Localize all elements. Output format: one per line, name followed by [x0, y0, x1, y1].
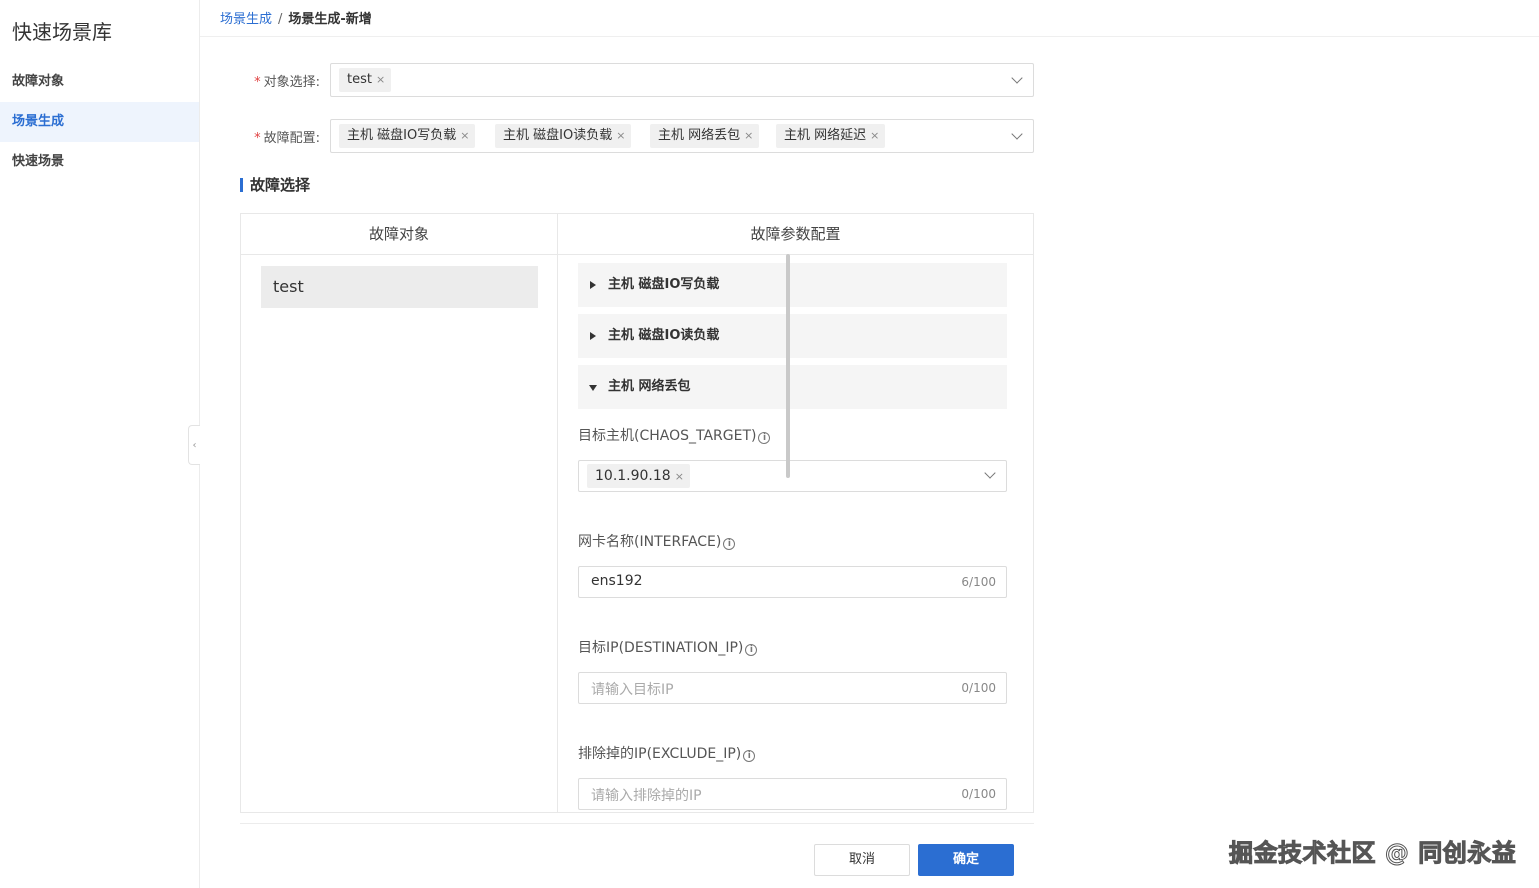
- collapse-item-io-read[interactable]: 主机 磁盘IO读负载: [578, 314, 1007, 358]
- collapse-item-io-write[interactable]: 主机 磁盘IO写负载: [578, 263, 1007, 307]
- destination-ip-placeholder: 请输入目标IP: [591, 682, 674, 698]
- target-host-label-text: 目标主机(CHAOS_TARGET): [578, 428, 757, 444]
- interface-label: 网卡名称(INTERFACE) i: [578, 531, 736, 551]
- section-title: 故障选择: [240, 176, 310, 194]
- fault-param-column: 故障参数配置 主机 磁盘IO写负载 主机 磁盘IO读负载 主机 网络丢包 目标主…: [558, 214, 1033, 812]
- object-tag-label: test: [347, 72, 372, 87]
- sidebar-collapse-handle[interactable]: ‹: [188, 425, 200, 465]
- destination-ip-label: 目标IP(DESTINATION_IP) i: [578, 637, 758, 657]
- sidebar-nav: 故障对象 场景生成 快速场景: [0, 62, 199, 182]
- fault-object-header: 故障对象: [241, 214, 557, 255]
- fault-config-label: * 故障配置:: [220, 127, 320, 146]
- target-host-label: 目标主机(CHAOS_TARGET) i: [578, 425, 771, 445]
- collapse-item-label: 主机 网络丢包: [608, 379, 691, 394]
- fault-config-select[interactable]: 主机 磁盘IO写负载 × 主机 磁盘IO读负载 × 主机 网络丢包 × 主机 网络延迟…: [330, 119, 1034, 153]
- close-icon[interactable]: ×: [744, 129, 753, 142]
- exclude-ip-input[interactable]: 请输入排除掉的IP 0/100: [578, 778, 1007, 810]
- collapse-item-label: 主机 磁盘IO读负载: [608, 328, 720, 343]
- required-mark: *: [254, 75, 261, 90]
- info-icon[interactable]: i: [758, 432, 771, 444]
- required-mark: *: [254, 131, 261, 146]
- collapse-item-packet-loss[interactable]: 主机 网络丢包: [578, 365, 1007, 409]
- fault-selection-panel: 故障对象 test 故障参数配置 主机 磁盘IO写负载 主机 磁盘IO读负载 主…: [240, 213, 1034, 813]
- sidebar-item-quick-scenes[interactable]: 快速场景: [0, 142, 199, 182]
- caret-right-icon: [590, 332, 596, 340]
- cancel-button[interactable]: 取消: [814, 844, 910, 876]
- exclude-ip-char-count: 0/100: [961, 787, 996, 801]
- fault-tag-label: 主机 磁盘IO写负载: [347, 128, 457, 143]
- fault-object-column: 故障对象 test: [241, 214, 558, 812]
- close-icon[interactable]: ×: [870, 129, 879, 142]
- breadcrumb: 场景生成 / 场景生成-新增: [220, 8, 372, 27]
- app-title: 快速场景库: [12, 20, 112, 44]
- fault-tag: 主机 磁盘IO写负载 ×: [339, 124, 476, 148]
- fault-tag-label: 主机 网络延迟: [784, 128, 867, 143]
- destination-ip-char-count: 0/100: [961, 681, 996, 695]
- param-scroll-area[interactable]: 主机 磁盘IO写负载 主机 磁盘IO读负载 主机 网络丢包 目标主机(CHAOS…: [558, 255, 1033, 812]
- target-host-select[interactable]: 10.1.90.18 ×: [578, 460, 1007, 492]
- close-icon[interactable]: ×: [675, 470, 684, 483]
- sidebar-item-fault-objects[interactable]: 故障对象: [0, 62, 199, 102]
- info-icon[interactable]: i: [743, 750, 756, 762]
- interface-value: ens192: [591, 573, 643, 589]
- fault-object-item[interactable]: test: [261, 266, 538, 308]
- collapse-item-label: 主机 磁盘IO写负载: [608, 277, 720, 292]
- exclude-ip-label: 排除掉的IP(EXCLUDE_IP) i: [578, 743, 756, 763]
- destination-ip-input[interactable]: 请输入目标IP 0/100: [578, 672, 1007, 704]
- close-icon[interactable]: ×: [460, 129, 469, 142]
- caret-down-icon: [589, 385, 597, 391]
- chevron-down-icon[interactable]: [984, 467, 996, 479]
- chevron-down-icon[interactable]: [1011, 128, 1023, 140]
- chevron-left-icon: ‹: [192, 439, 197, 451]
- breadcrumb-separator: /: [278, 12, 283, 27]
- close-icon[interactable]: ×: [376, 73, 385, 86]
- fault-tag-label: 主机 磁盘IO读负载: [503, 128, 613, 143]
- object-tag: test ×: [339, 68, 392, 92]
- chevron-down-icon[interactable]: [1011, 72, 1023, 84]
- fault-tag: 主机 网络丢包 ×: [650, 124, 760, 148]
- target-host-tag-label: 10.1.90.18: [595, 468, 671, 484]
- object-select-label: * 对象选择:: [220, 71, 320, 90]
- fault-tag-label: 主机 网络丢包: [658, 128, 741, 143]
- header: 场景生成 / 场景生成-新增: [200, 0, 1539, 37]
- caret-right-icon: [590, 281, 596, 289]
- interface-input[interactable]: ens192 6/100: [578, 566, 1007, 598]
- exclude-ip-label-text: 排除掉的IP(EXCLUDE_IP): [578, 746, 742, 762]
- info-icon[interactable]: i: [745, 644, 758, 656]
- object-select-label-text: 对象选择:: [263, 75, 320, 90]
- object-select[interactable]: test ×: [330, 63, 1034, 97]
- sidebar: 快速场景库 故障对象 场景生成 快速场景: [0, 0, 200, 888]
- fault-config-label-text: 故障配置:: [263, 131, 320, 146]
- exclude-ip-placeholder: 请输入排除掉的IP: [591, 788, 702, 804]
- breadcrumb-link-scene-generation[interactable]: 场景生成: [220, 12, 272, 27]
- fault-tag: 主机 网络延迟 ×: [776, 124, 886, 148]
- destination-ip-label-text: 目标IP(DESTINATION_IP): [578, 640, 744, 656]
- interface-label-text: 网卡名称(INTERFACE): [578, 534, 722, 550]
- footer-divider: [240, 823, 1034, 824]
- param-scrollbar[interactable]: [786, 254, 790, 478]
- sidebar-item-scene-generation[interactable]: 场景生成: [0, 102, 199, 142]
- fault-tag: 主机 磁盘IO读负载 ×: [495, 124, 632, 148]
- info-icon[interactable]: i: [723, 538, 736, 550]
- watermark: 掘金技术社区 @ 同创永益: [1228, 839, 1517, 868]
- target-host-tag: 10.1.90.18 ×: [587, 464, 690, 488]
- confirm-button[interactable]: 确定: [918, 844, 1014, 876]
- breadcrumb-current: 场景生成-新增: [288, 12, 372, 27]
- fault-param-header: 故障参数配置: [558, 214, 1033, 255]
- close-icon[interactable]: ×: [616, 129, 625, 142]
- interface-char-count: 6/100: [961, 575, 996, 589]
